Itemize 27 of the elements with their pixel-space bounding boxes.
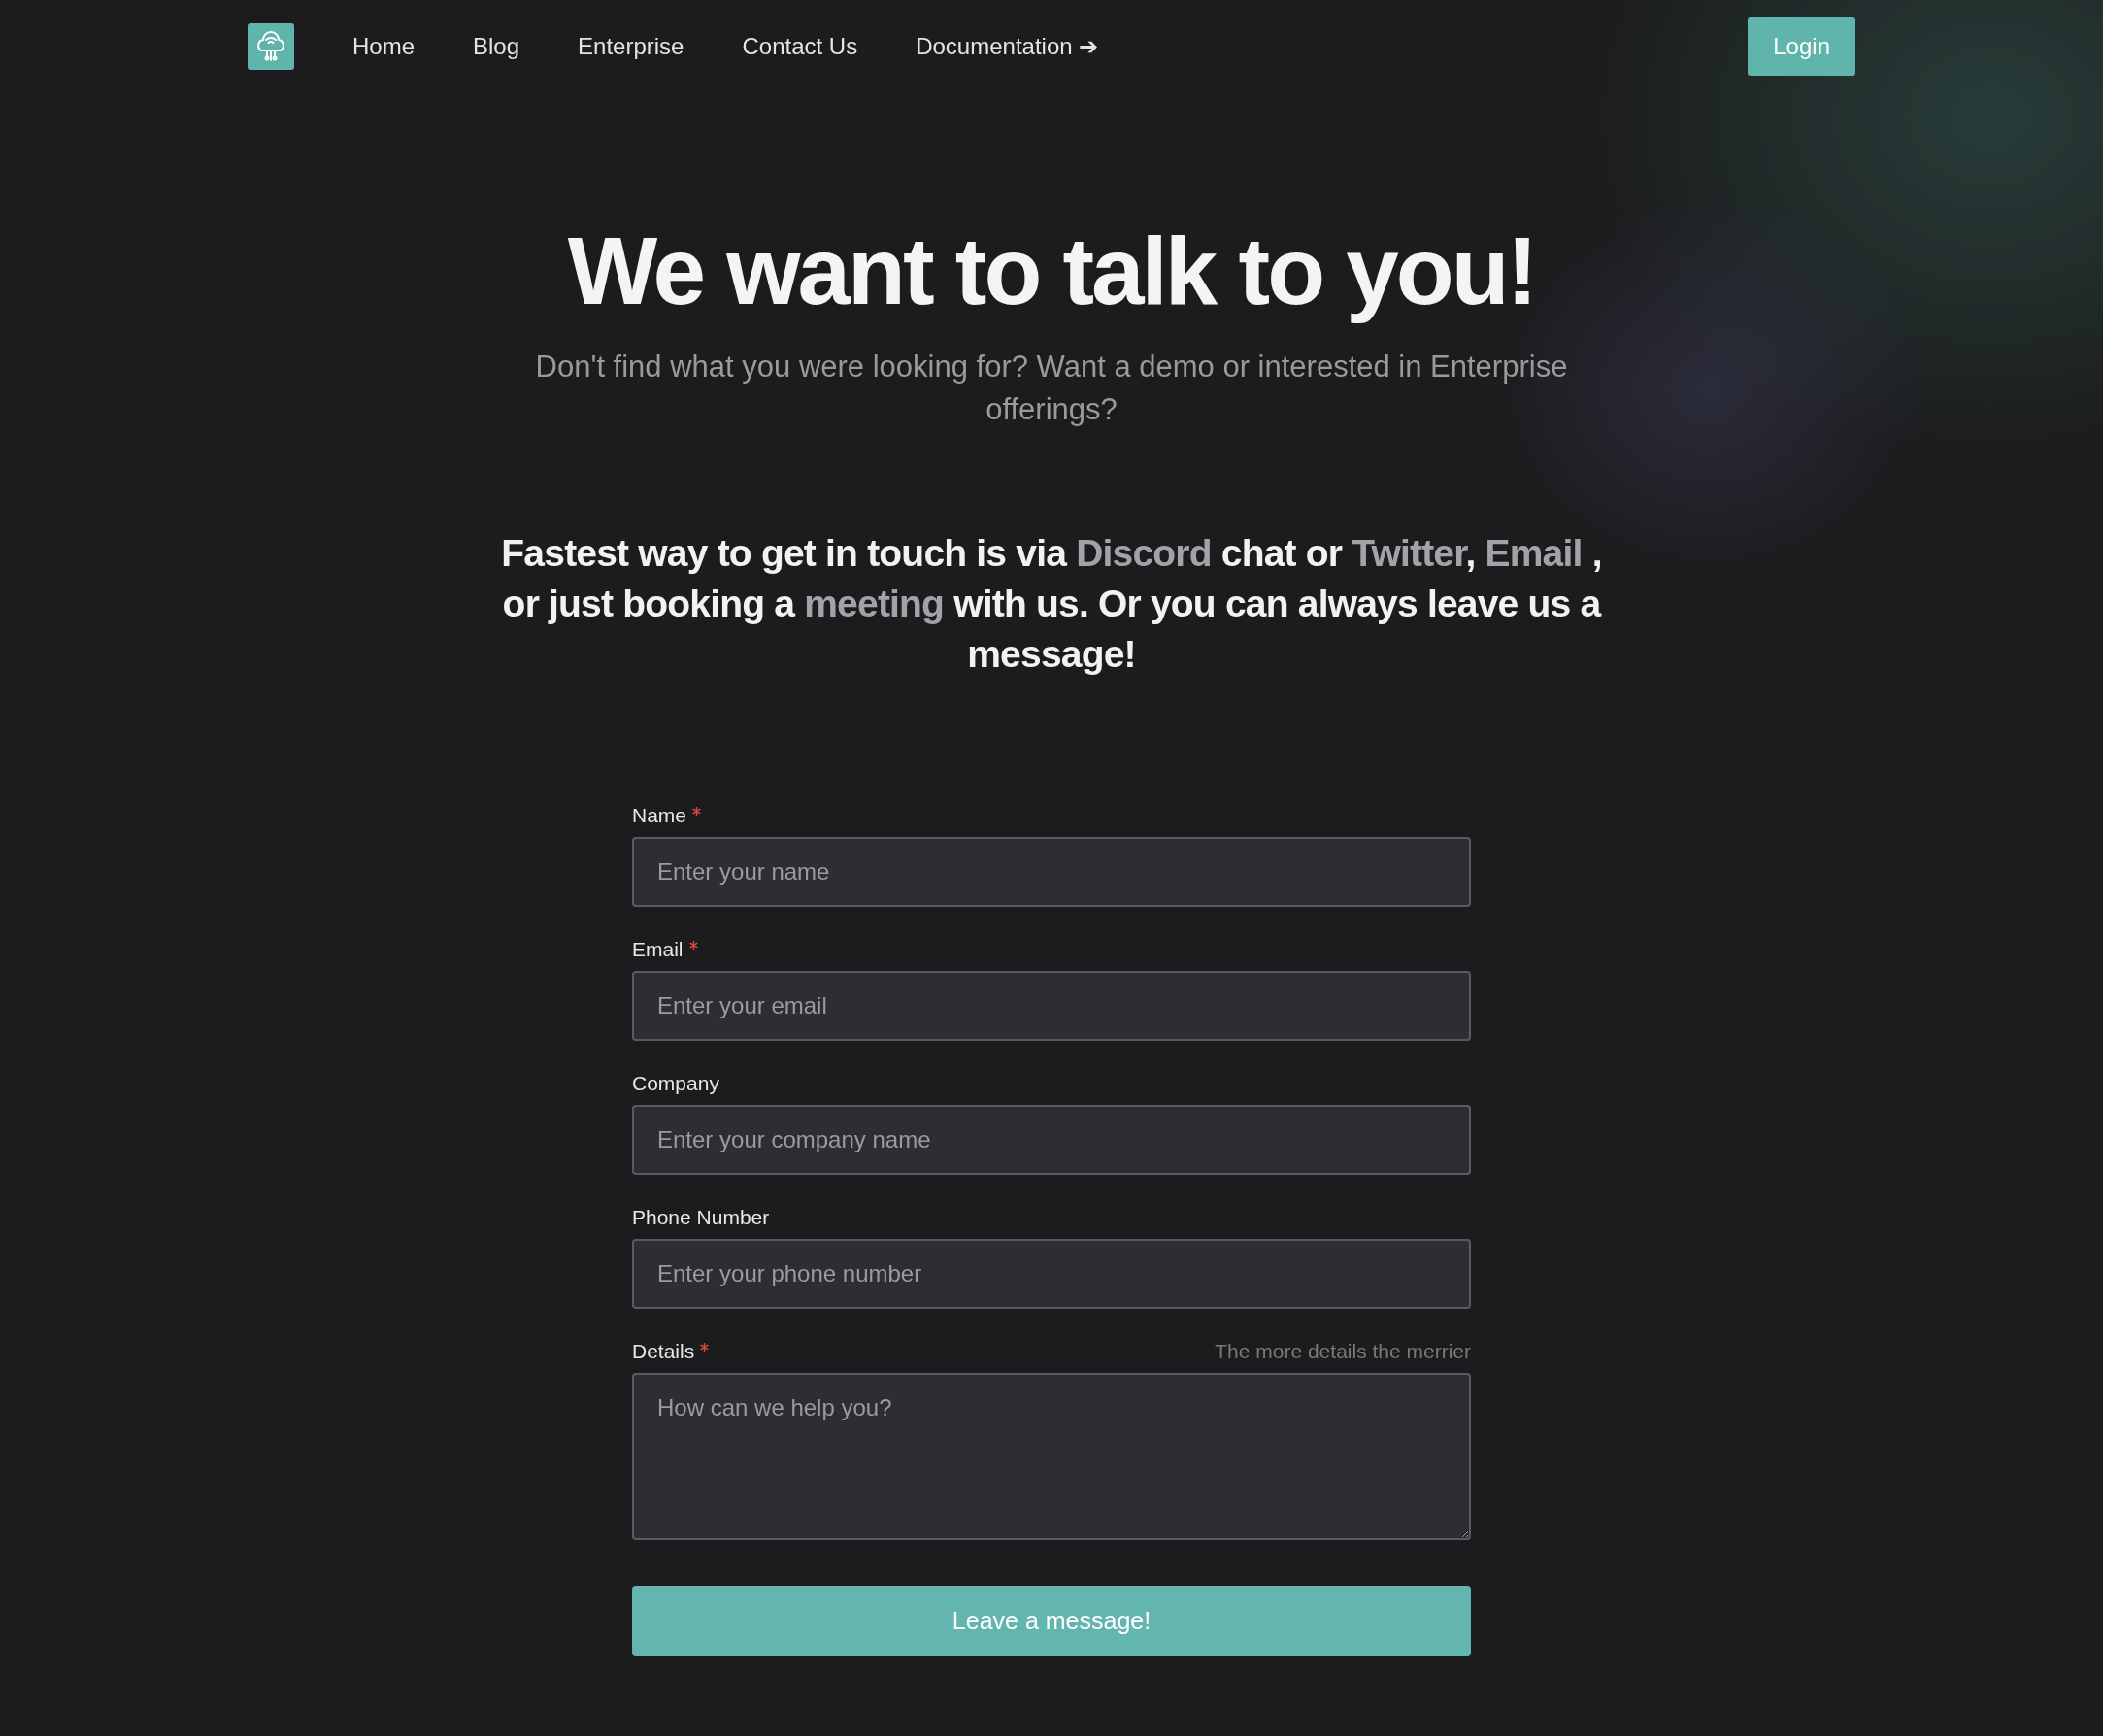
- field-label: Name: [632, 803, 687, 827]
- nav-link[interactable]: Home: [352, 33, 416, 60]
- field-label: Email: [632, 937, 684, 961]
- input-field[interactable]: Enter your company name: [632, 1104, 1471, 1175]
- inline-link[interactable]: Twitter: [1352, 531, 1466, 574]
- field-label: Details: [632, 1339, 695, 1363]
- required-asterisk-icon: [688, 940, 698, 950]
- field-hint: The more details the merrier: [1215, 1339, 1471, 1363]
- cloud-logo-icon[interactable]: [248, 23, 294, 70]
- nav-link[interactable]: Blog: [473, 33, 520, 60]
- required-asterisk-icon: [692, 806, 702, 816]
- subtitle: Don't find what you were looking for? Want a demo or interested in Enterprise offerings?: [534, 348, 1569, 428]
- nav-link[interactable]: Contact Us: [742, 33, 858, 60]
- input-field[interactable]: Enter your email: [632, 970, 1471, 1041]
- nav-link[interactable]: Enterprise: [578, 33, 684, 60]
- nav-link[interactable]: Documentation ➔: [916, 33, 1099, 60]
- page-title: We want to talk to you!: [567, 219, 1536, 324]
- required-asterisk-icon: [700, 1342, 710, 1352]
- text-area[interactable]: How can we help you?: [632, 1372, 1471, 1540]
- inline-link[interactable]: Email: [1485, 531, 1583, 574]
- field-label: Phone Number: [632, 1205, 770, 1229]
- contact-paragraph: Fastest way to get in touch is via Discord chat or Twitter, Email , or just booking a meeting with us. Or you can always leave us a message!: [500, 530, 1603, 677]
- inline-link[interactable]: meeting: [804, 582, 945, 624]
- input-field[interactable]: Enter your name: [632, 836, 1471, 907]
- inline-link[interactable]: Discord: [1076, 531, 1212, 574]
- field-label: Company: [632, 1071, 719, 1095]
- input-field[interactable]: Enter your phone number: [632, 1238, 1471, 1309]
